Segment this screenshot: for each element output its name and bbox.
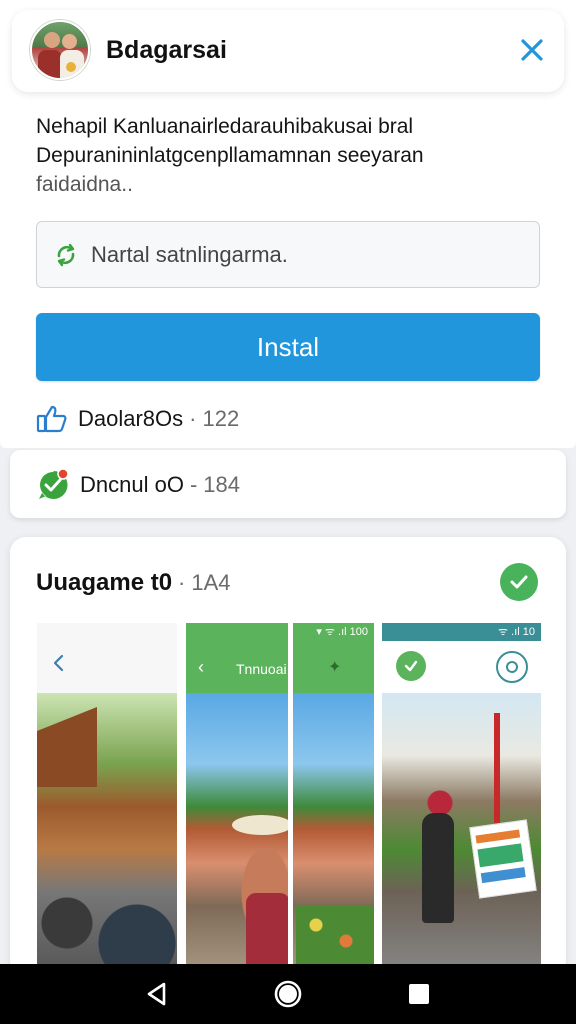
chat-check-icon — [39, 468, 69, 499]
gallery-title-text: Uuagame t0 — [36, 569, 173, 596]
comments-card[interactable]: Dncnul oO - 184 — [10, 450, 566, 518]
status-bar: ▾ ᯤ .ıl 100 — [316, 626, 368, 638]
search-text: Nartal satnlingarma. — [91, 241, 288, 267]
screen-title: Tnnuoai — [236, 661, 287, 677]
comments-separator: - — [189, 472, 198, 497]
nav-back-button[interactable] — [140, 977, 174, 1011]
comments-row: Dncnul oO - 184 — [36, 468, 240, 502]
nav-recent-button[interactable] — [402, 977, 436, 1011]
close-button[interactable] — [514, 32, 550, 68]
screenshot-thumbnail[interactable]: ᯤ .ıl 10 — [382, 623, 541, 977]
back-icon: ‹ — [198, 657, 204, 677]
status-bar: ᯤ .ıl 10 — [498, 626, 535, 638]
close-icon — [521, 39, 543, 61]
back-icon — [53, 654, 64, 672]
thumbs-up-icon — [36, 405, 67, 433]
comments-label: Dncnul oO — [80, 472, 184, 497]
gallery-count: 1A4 — [191, 570, 231, 595]
verified-badge — [500, 563, 538, 601]
screenshot-thumbnail[interactable]: ▾ ᯤ .ıl 100 ‹ Tnnuoai ✦ — [186, 623, 374, 977]
likes-separator: · — [189, 406, 197, 431]
app-header: Bdagarsai — [12, 10, 564, 92]
back-triangle-icon — [148, 982, 166, 1006]
description-line: Depuranininlatgcenpllamamnan seeyaran — [36, 144, 424, 167]
install-button[interactable]: Instal — [36, 313, 540, 381]
likes-count: 122 — [202, 406, 240, 431]
screenshot-thumbnail[interactable] — [37, 623, 177, 977]
chat-icon — [496, 651, 528, 683]
recent-square-icon — [408, 984, 429, 1004]
pin-icon: ✦ — [328, 659, 342, 676]
app-avatar — [30, 20, 90, 80]
check-icon — [510, 575, 528, 589]
nav-home-button[interactable] — [271, 977, 305, 1011]
search-field[interactable]: Nartal satnlingarma. — [36, 221, 540, 288]
gallery-separator: · — [178, 570, 186, 595]
app-description: Nehapil Kanluanairledarauhibakusai bral … — [36, 112, 536, 199]
app-title: Bdagarsai — [106, 36, 227, 64]
refresh-icon — [57, 243, 75, 266]
system-nav-bar — [0, 964, 576, 1024]
likes-label: Daolar8Os — [78, 406, 184, 431]
comments-count: 184 — [203, 472, 240, 497]
home-circle-icon — [274, 980, 302, 1008]
screenshots-card: Uuagame t0·1A4 ▾ ᯤ .ıl 100 ‹ Tnnuoai ✦ — [10, 537, 566, 977]
check-icon — [396, 651, 426, 681]
description-line: faidaidna.. — [36, 173, 133, 196]
gallery-title: Uuagame t0 · 1A4 — [36, 569, 231, 597]
description-line: Nehapil Kanluanairledarauhibakusai bral — [36, 115, 414, 138]
likes-row[interactable]: Daolar8Os · 122 — [36, 404, 239, 434]
app-info-panel: Bdagarsai Nehapil Kanluanairledarauhibak… — [0, 0, 576, 448]
